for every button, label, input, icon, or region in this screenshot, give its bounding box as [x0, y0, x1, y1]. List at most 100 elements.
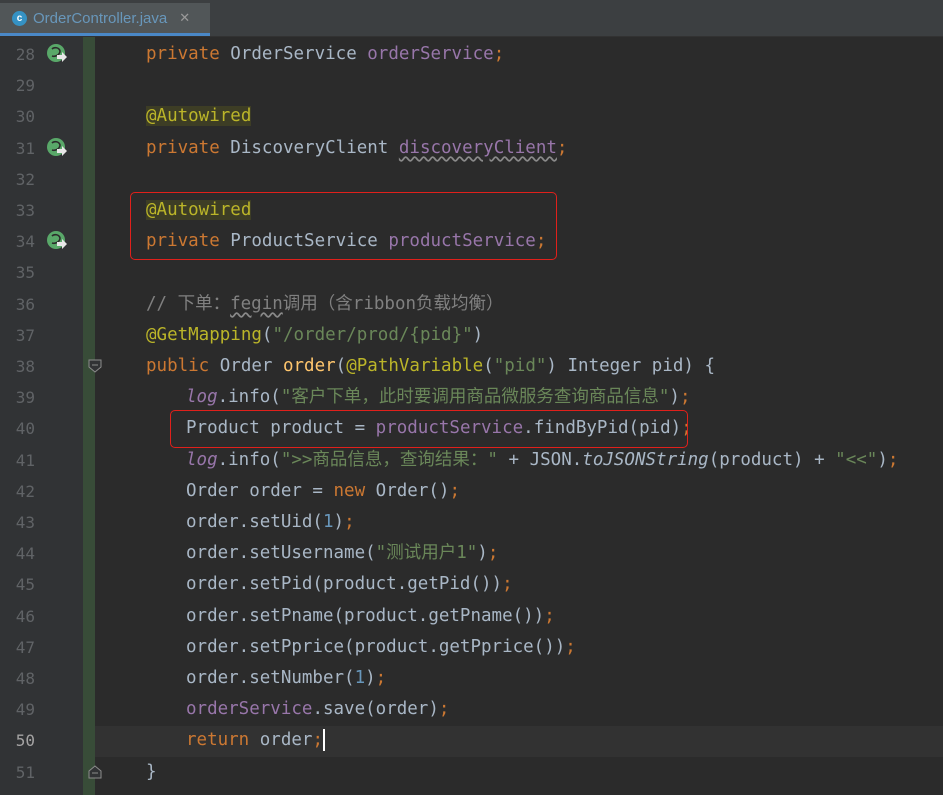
code-token: @PathVariable	[346, 356, 484, 376]
code-line-49[interactable]: 49 orderService.save(order);	[0, 694, 943, 725]
code-token: order	[282, 356, 336, 376]
text-caret	[323, 729, 325, 752]
code-line-42[interactable]: 42 Order order = new Order();	[0, 476, 943, 507]
code-line-28[interactable]: 28 private OrderService orderService;	[0, 39, 943, 70]
code-token: order	[259, 730, 313, 751]
code-text[interactable]: @GetMapping("/order/prod/{pid}")	[146, 320, 483, 351]
code-token: order.setUsername(	[186, 543, 376, 564]
code-token: ;	[502, 574, 513, 595]
code-text[interactable]: orderService.save(order);	[186, 694, 449, 725]
code-text[interactable]: Order order = new Order();	[186, 476, 460, 507]
code-line-38[interactable]: 38 public Order order(@PathVariable("pid"…	[0, 351, 943, 382]
code-line-39[interactable]: 39 log.info("客户下单，此时要调用商品微服务查询商品信息");	[0, 382, 943, 413]
code-token: + JSON.	[497, 449, 583, 470]
code-token: ) Integer pid) {	[546, 356, 715, 376]
line-number: 47	[15, 637, 35, 657]
code-token: toJSONString	[582, 449, 709, 470]
code-line-31[interactable]: 31 private DiscoveryClient discoveryClien…	[0, 133, 943, 164]
line-number: 33	[15, 201, 35, 220]
line-number: 32	[15, 169, 35, 189]
code-token: order.setNumber(	[186, 668, 355, 688]
code-token: OrderService	[230, 44, 368, 64]
code-text[interactable]: private OrderService orderService;	[146, 39, 504, 70]
code-token: order.setPname(product.getPname())	[186, 605, 545, 626]
code-line-51[interactable]: 51}	[0, 757, 943, 788]
code-line-44[interactable]: 44 order.setUsername("测试用户1");	[0, 538, 943, 569]
tab-order-controller[interactable]: c OrderController.java ✕	[0, 3, 210, 36]
code-token: ;	[565, 636, 576, 657]
code-line-32[interactable]: 32	[0, 164, 943, 195]
spring-bean-autowired-icon[interactable]	[46, 137, 68, 159]
line-number: 40	[15, 419, 35, 439]
line-number: 30	[15, 107, 35, 127]
code-line-50[interactable]: 50 return order;	[0, 725, 943, 756]
code-token: .info(	[217, 387, 281, 408]
line-number: 36	[15, 294, 35, 314]
code-line-36[interactable]: 36 // 下单：fegin调用（含ribbon负载均衡）	[0, 289, 943, 320]
code-token: (	[335, 356, 347, 376]
code-token: DiscoveryClient	[230, 137, 399, 158]
code-token: )	[472, 324, 484, 345]
code-text[interactable]: log.info(">>商品信息，查询结果：" + JSON.toJSONStr…	[186, 445, 898, 476]
code-text[interactable]: }	[146, 757, 157, 788]
line-number: 34	[15, 232, 35, 252]
code-line-41[interactable]: 41 log.info(">>商品信息，查询结果：" + JSON.toJSONS…	[0, 445, 943, 476]
code-text[interactable]: log.info("客户下单，此时要调用商品微服务查询商品信息");	[186, 382, 691, 413]
code-text[interactable]: public Order order(@PathVariable("pid") …	[146, 351, 715, 382]
code-text[interactable]: order.setNumber(1);	[186, 663, 386, 694]
code-token: ;	[556, 137, 568, 158]
code-line-46[interactable]: 46 order.setPname(product.getPname());	[0, 601, 943, 632]
code-token: Order	[219, 356, 283, 376]
code-text[interactable]: private DiscoveryClient discoveryClient;	[146, 133, 567, 164]
line-number: 49	[15, 700, 35, 720]
spring-bean-autowired-icon[interactable]	[46, 230, 68, 252]
line-number: 39	[15, 388, 35, 408]
line-number: 41	[15, 450, 35, 470]
line-number: 38	[15, 357, 35, 376]
code-text[interactable]: return order;	[186, 725, 325, 756]
fold-end-icon[interactable]	[87, 764, 103, 780]
code-token: "<<"	[835, 449, 878, 470]
code-text[interactable]: // 下单：fegin调用（含ribbon负载均衡）	[146, 289, 504, 320]
line-number: 37	[15, 325, 35, 345]
code-token: }	[146, 761, 157, 782]
fold-start-icon[interactable]	[87, 358, 103, 374]
code-token: Order()	[375, 480, 450, 501]
code-token: (product) +	[708, 449, 836, 470]
code-token: ;	[544, 605, 555, 626]
code-line-47[interactable]: 47 order.setPprice(product.getPprice());	[0, 632, 943, 663]
code-token: public	[146, 356, 220, 376]
line-number: 46	[15, 606, 35, 626]
spring-bean-autowired-icon[interactable]	[46, 43, 68, 65]
line-number: 50	[15, 731, 35, 751]
code-line-37[interactable]: 37 @GetMapping("/order/prod/{pid}")	[0, 320, 943, 351]
close-tab-icon[interactable]: ✕	[179, 10, 190, 26]
java-class-icon: c	[12, 10, 27, 26]
code-text[interactable]: order.setPname(product.getPname());	[186, 601, 555, 632]
code-token: .save(order)	[312, 699, 439, 720]
line-number: 44	[15, 544, 35, 564]
line-number: 45	[15, 575, 35, 595]
annotation-highlight-box	[130, 192, 557, 261]
code-token: ;	[375, 668, 387, 688]
code-line-45[interactable]: 45 order.setPid(product.getPid());	[0, 569, 943, 600]
code-line-43[interactable]: 43 order.setUid(1);	[0, 507, 943, 538]
code-token: ;	[487, 543, 499, 564]
code-line-48[interactable]: 48 order.setNumber(1);	[0, 663, 943, 694]
code-token: "pid"	[493, 356, 547, 376]
line-number: 43	[15, 513, 35, 532]
code-token: ;	[493, 44, 505, 64]
code-text[interactable]: order.setPid(product.getPid());	[186, 569, 513, 600]
code-line-30[interactable]: 30 @Autowired	[0, 101, 943, 132]
code-text[interactable]: @Autowired	[146, 101, 252, 132]
code-line-35[interactable]: 35	[0, 257, 943, 288]
code-text[interactable]: order.setUid(1);	[186, 507, 355, 538]
code-line-29[interactable]: 29	[0, 70, 943, 101]
code-text[interactable]: order.setUsername("测试用户1");	[186, 538, 498, 569]
line-number: 35	[15, 263, 35, 283]
code-text[interactable]: order.setPprice(product.getPprice());	[186, 632, 576, 663]
code-token: ;	[312, 730, 323, 751]
code-token: 调用（含ribbon负载均衡）	[282, 293, 504, 314]
code-token: @GetMapping	[146, 324, 262, 345]
code-token: ;	[449, 480, 460, 501]
